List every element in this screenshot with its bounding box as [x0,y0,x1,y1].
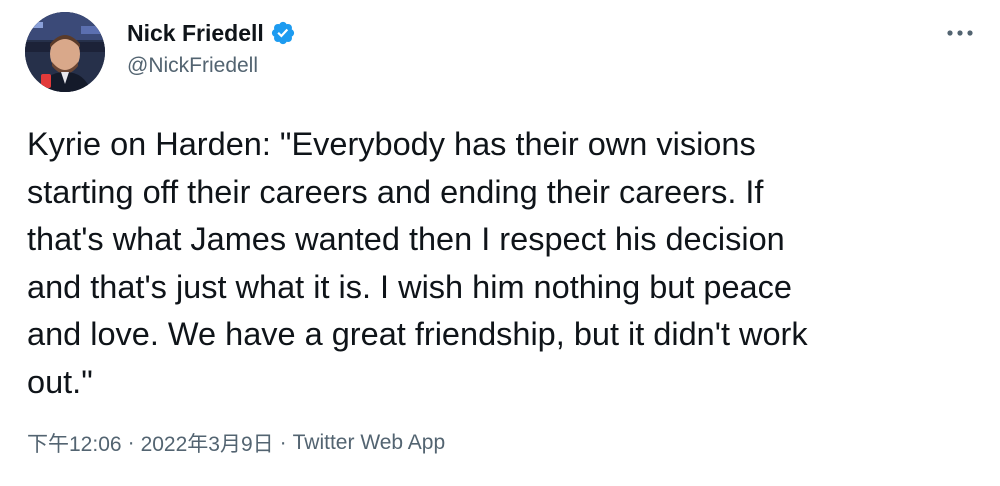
tweet-date[interactable]: 2022年3月9日 [141,428,274,458]
tweet-text-line: Kyrie on Harden: "Everybody has their ow… [27,126,756,162]
author-display-name[interactable]: Nick Friedell [127,20,264,47]
more-horizontal-icon [947,30,973,36]
tweet-card: Nick Friedell @NickFriedell Kyrie on Har… [0,0,1000,486]
meta-separator: · [127,431,135,454]
author-name-row: Nick Friedell [127,17,296,49]
author-handle[interactable]: @NickFriedell [127,54,258,78]
tweet-source-app[interactable]: Twitter Web App [293,431,446,455]
tweet-text-line: starting off their careers and ending th… [27,173,764,210]
tweet-time[interactable]: 下午12:06 [27,428,122,458]
tweet-text-line: that's what James wanted then I respect … [27,221,785,257]
tweet-text-line: and that's just what it is. I wish him n… [27,268,792,305]
verified-badge-icon [270,20,296,46]
tweet-meta: 下午12:06 · 2022年3月9日 · Twitter Web App [27,428,445,458]
tweet-text-line: out." [27,363,93,400]
tweet-text-line: and love. We have a great friendship, bu… [27,316,808,352]
meta-separator: · [279,431,287,454]
avatar[interactable] [25,12,105,92]
more-options-button[interactable] [942,18,978,48]
avatar-image [25,12,105,92]
tweet-text: Kyrie on Harden: "Everybody has their ow… [27,121,979,406]
